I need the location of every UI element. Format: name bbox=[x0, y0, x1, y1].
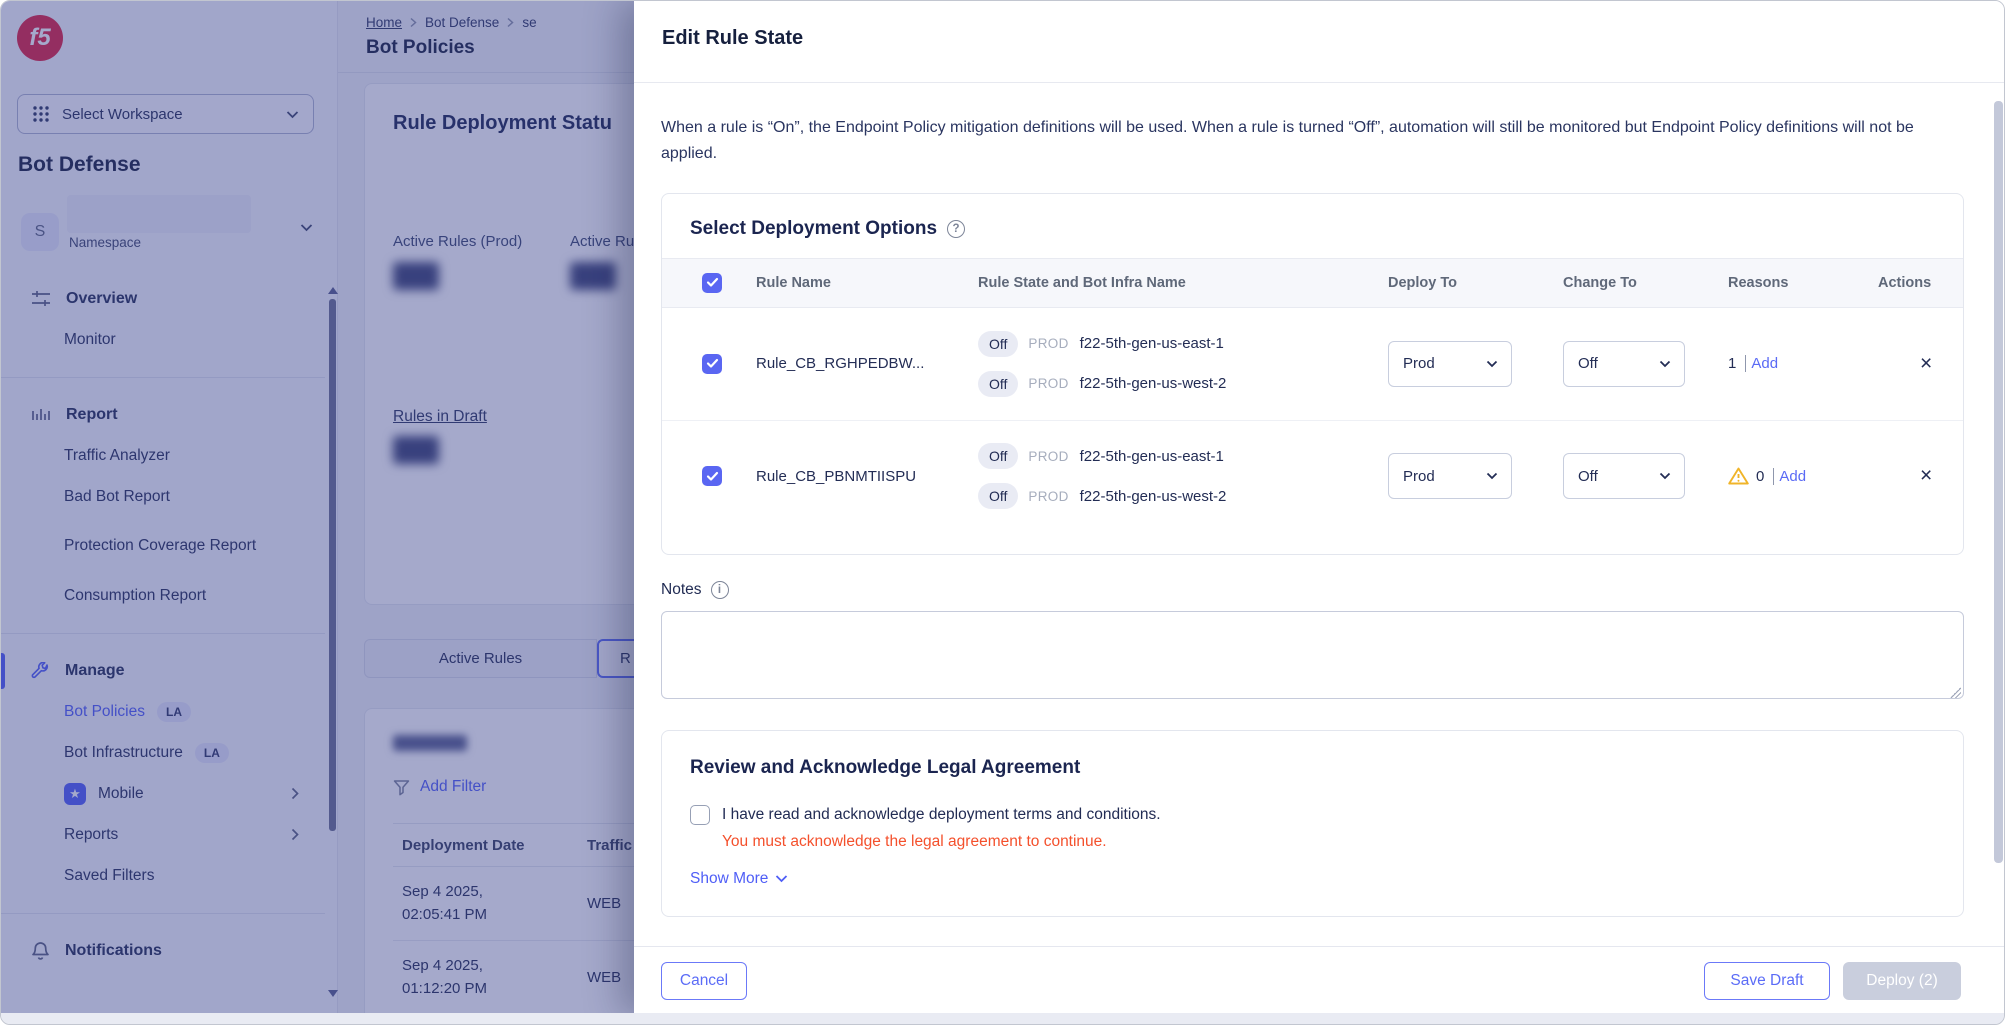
deploy-button[interactable]: Deploy (2) bbox=[1843, 962, 1961, 1000]
cancel-button[interactable]: Cancel bbox=[661, 962, 747, 1000]
rule-infra-list: Off PROD f22-5th-gen-us-east-1 Off PROD … bbox=[962, 331, 1372, 397]
edit-rule-state-modal: Edit Rule State When a rule is “On”, the… bbox=[634, 1, 2005, 1015]
legal-title: Review and Acknowledge Legal Agreement bbox=[690, 757, 1935, 779]
show-more-label: Show More bbox=[690, 870, 768, 888]
chevron-down-icon bbox=[775, 874, 788, 883]
selected-value: Prod bbox=[1403, 355, 1435, 372]
resize-grip[interactable] bbox=[1950, 687, 1961, 698]
change-to-select[interactable]: Off bbox=[1563, 341, 1685, 387]
column-actions: Actions bbox=[1862, 275, 1963, 291]
divider bbox=[1773, 468, 1774, 485]
checkmark-icon bbox=[706, 471, 719, 482]
change-to-cell: Off bbox=[1547, 341, 1712, 387]
deploy-to-select[interactable]: Prod bbox=[1388, 453, 1512, 499]
legal-agreement-card: Review and Acknowledge Legal Agreement I… bbox=[661, 730, 1964, 917]
options-table-header: Rule Name Rule State and Bot Infra Name … bbox=[662, 258, 1963, 308]
legal-checkbox[interactable] bbox=[690, 805, 710, 825]
deployment-options-title: Select Deployment Options bbox=[690, 218, 937, 240]
warning-icon bbox=[1728, 467, 1749, 485]
legal-checkbox-label: I have read and acknowledge deployment t… bbox=[722, 806, 1161, 824]
infra-line: Off PROD f22-5th-gen-us-east-1 bbox=[978, 443, 1372, 469]
info-icon[interactable]: i bbox=[711, 581, 729, 599]
selected-value: Prod bbox=[1403, 468, 1435, 485]
modal-title: Edit Rule State bbox=[662, 27, 1978, 50]
rule-state-badge: Off bbox=[978, 443, 1018, 469]
show-more-link[interactable]: Show More bbox=[690, 870, 788, 888]
rule-state-badge: Off bbox=[978, 483, 1018, 509]
window-bottom-edge bbox=[1, 1013, 2004, 1024]
help-icon[interactable]: ? bbox=[947, 220, 965, 238]
modal-header: Edit Rule State bbox=[634, 1, 2005, 83]
notes-textarea[interactable] bbox=[661, 611, 1964, 699]
divider bbox=[1745, 355, 1746, 372]
notes-header: Notes i bbox=[661, 581, 1964, 599]
deploy-to-cell: Prod bbox=[1372, 341, 1547, 387]
chevron-down-icon bbox=[1659, 360, 1671, 368]
column-reasons: Reasons bbox=[1712, 275, 1862, 291]
deploy-to-cell: Prod bbox=[1372, 453, 1547, 499]
reasons-cell: 0 Add bbox=[1712, 467, 1862, 485]
selected-value: Off bbox=[1578, 355, 1598, 372]
rule-state-badge: Off bbox=[978, 371, 1018, 397]
rule-name: Rule_CB_PBNMTIISPU bbox=[740, 468, 962, 485]
legal-checkbox-row: I have read and acknowledge deployment t… bbox=[690, 805, 1935, 825]
change-to-cell: Off bbox=[1547, 453, 1712, 499]
checkmark-icon bbox=[706, 277, 719, 288]
column-deploy-to: Deploy To bbox=[1372, 275, 1547, 291]
modal-backdrop-overlay bbox=[1, 1, 634, 1013]
deployment-options-card: Select Deployment Options ? Rule Name Ru… bbox=[661, 193, 1964, 555]
remove-row-button[interactable]: × bbox=[1920, 353, 1932, 374]
rule-row: Rule_CB_PBNMTIISPU Off PROD f22-5th-gen-… bbox=[662, 420, 1963, 532]
add-reason-link[interactable]: Add bbox=[1779, 468, 1806, 485]
modal-body: When a rule is “On”, the Endpoint Policy… bbox=[634, 83, 2005, 946]
card-spacer bbox=[662, 532, 1963, 554]
modal-footer: Cancel Save Draft Deploy (2) bbox=[634, 946, 2005, 1015]
env-label: PROD bbox=[1028, 376, 1068, 391]
checkmark-icon bbox=[706, 358, 719, 369]
infra-line: Off PROD f22-5th-gen-us-west-2 bbox=[978, 483, 1372, 509]
rule-state-badge: Off bbox=[978, 331, 1018, 357]
infra-name: f22-5th-gen-us-east-1 bbox=[1080, 448, 1224, 465]
add-reason-link[interactable]: Add bbox=[1751, 355, 1778, 372]
notes-label: Notes bbox=[661, 581, 702, 599]
rule-row: Rule_CB_RGHPEDBW... Off PROD f22-5th-gen… bbox=[662, 308, 1963, 420]
infra-name: f22-5th-gen-us-west-2 bbox=[1080, 488, 1227, 505]
column-rule-name: Rule Name bbox=[740, 275, 962, 291]
row-checkbox[interactable] bbox=[702, 354, 722, 374]
actions-cell: × bbox=[1862, 465, 1963, 487]
modal-scrollbar-thumb[interactable] bbox=[1994, 101, 2003, 863]
actions-cell: × bbox=[1862, 353, 1963, 375]
select-all-checkbox[interactable] bbox=[702, 273, 722, 293]
env-label: PROD bbox=[1028, 336, 1068, 351]
infra-line: Off PROD f22-5th-gen-us-west-2 bbox=[978, 371, 1372, 397]
column-rule-state: Rule State and Bot Infra Name bbox=[962, 275, 1372, 291]
notes-field-wrap bbox=[661, 611, 1964, 704]
selected-value: Off bbox=[1578, 468, 1598, 485]
modal-description: When a rule is “On”, the Endpoint Policy… bbox=[661, 115, 1964, 167]
env-label: PROD bbox=[1028, 489, 1068, 504]
save-draft-button[interactable]: Save Draft bbox=[1704, 962, 1830, 1000]
deploy-to-select[interactable]: Prod bbox=[1388, 341, 1512, 387]
remove-row-button[interactable]: × bbox=[1920, 465, 1932, 486]
infra-name: f22-5th-gen-us-west-2 bbox=[1080, 375, 1227, 392]
row-checkbox[interactable] bbox=[702, 466, 722, 486]
rule-infra-list: Off PROD f22-5th-gen-us-east-1 Off PROD … bbox=[962, 443, 1372, 509]
chevron-down-icon bbox=[1486, 472, 1498, 480]
legal-error-message: You must acknowledge the legal agreement… bbox=[722, 833, 1935, 851]
deployment-options-header: Select Deployment Options ? bbox=[662, 194, 1963, 258]
reasons-cell: 1 Add bbox=[1712, 355, 1862, 372]
reasons-count: 0 bbox=[1756, 468, 1764, 485]
reasons-count: 1 bbox=[1728, 355, 1736, 372]
chevron-down-icon bbox=[1659, 472, 1671, 480]
infra-name: f22-5th-gen-us-east-1 bbox=[1080, 335, 1224, 352]
column-change-to: Change To bbox=[1547, 275, 1712, 291]
app-window: f5 Select Workspace Bot Defense S Namesp… bbox=[0, 0, 2005, 1025]
chevron-down-icon bbox=[1486, 360, 1498, 368]
change-to-select[interactable]: Off bbox=[1563, 453, 1685, 499]
env-label: PROD bbox=[1028, 449, 1068, 464]
rule-name: Rule_CB_RGHPEDBW... bbox=[740, 355, 962, 372]
infra-line: Off PROD f22-5th-gen-us-east-1 bbox=[978, 331, 1372, 357]
